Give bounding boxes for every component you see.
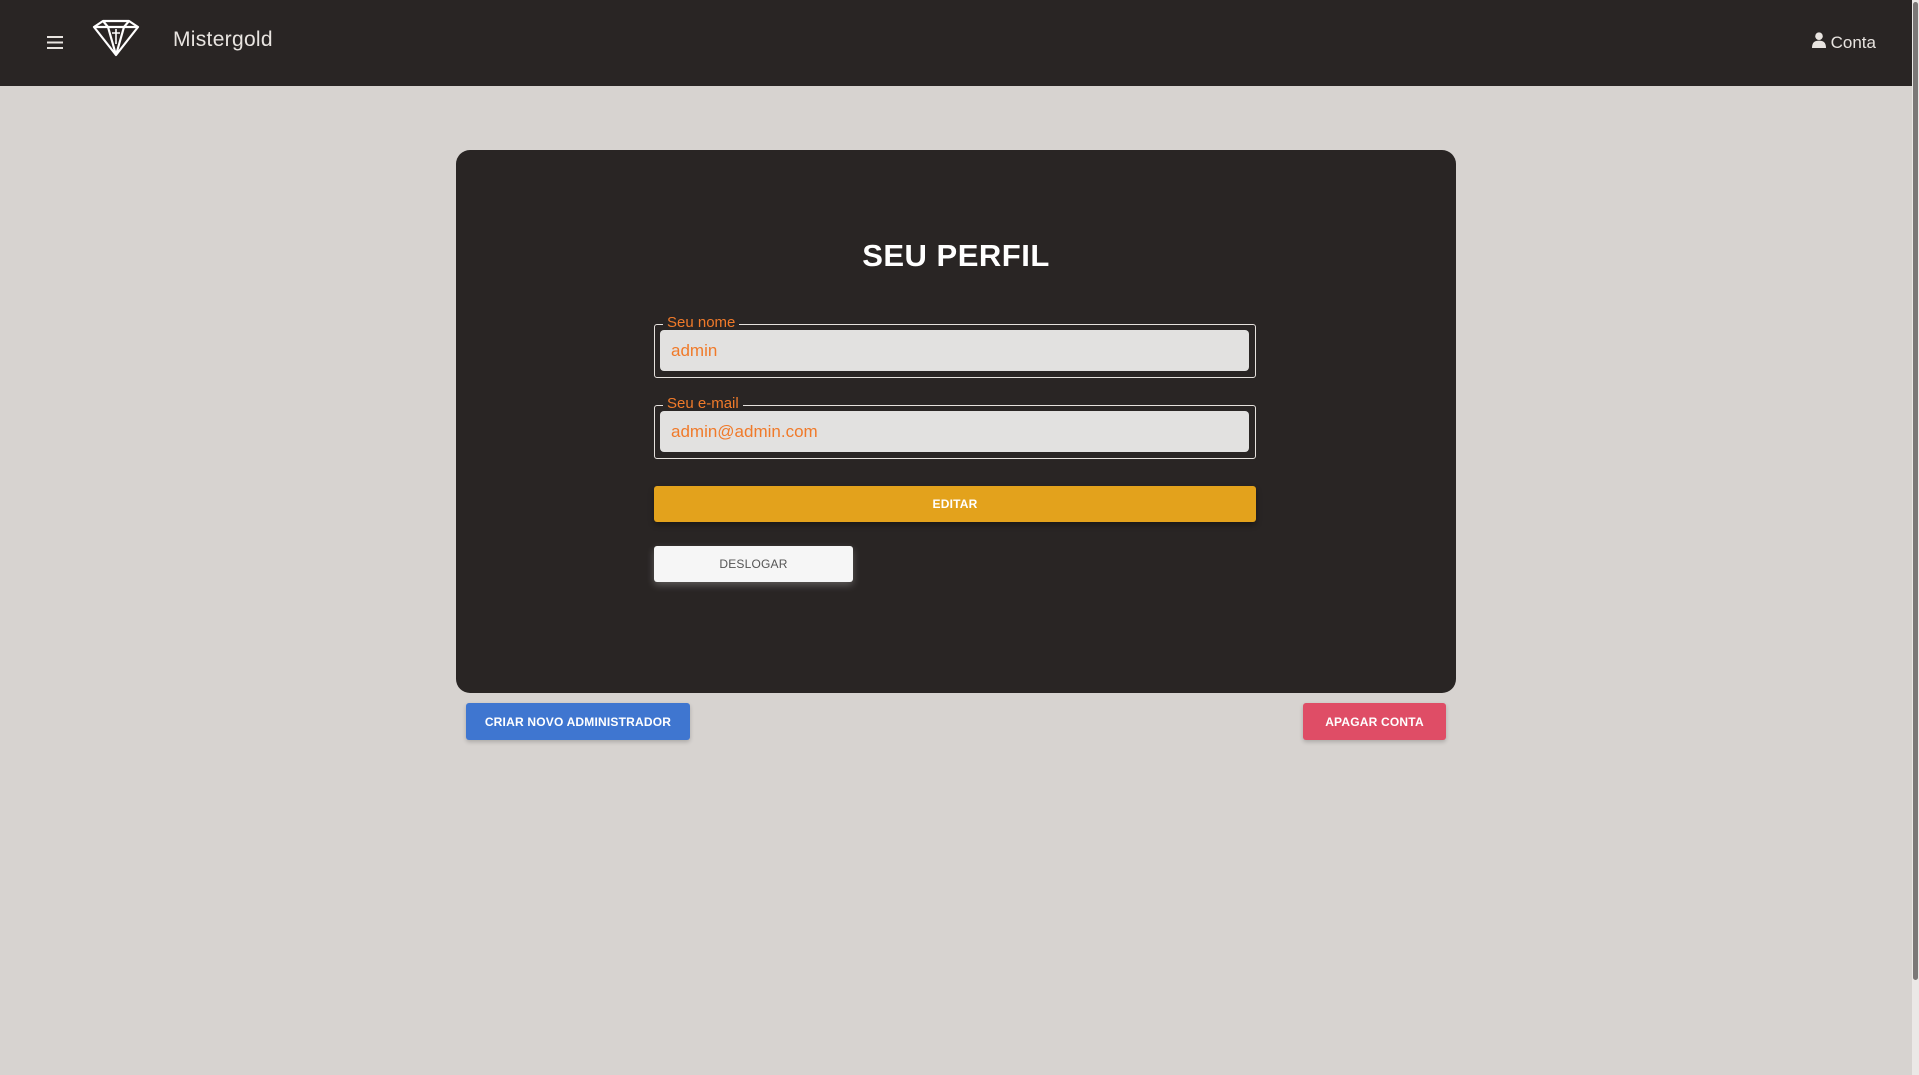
email-field: Seu e-mail [654,395,1256,459]
scrollbar-thumb[interactable] [1913,2,1918,980]
top-navbar: Mistergold Conta [0,0,1912,86]
page-title: SEU PERFIL [862,238,1050,273]
diamond-icon[interactable] [90,18,142,58]
delete-account-button[interactable]: APAGAR CONTA [1303,703,1446,740]
account-label: Conta [1830,32,1876,52]
scrollbar[interactable] [1912,0,1919,1075]
email-input[interactable] [660,411,1249,452]
logout-button[interactable]: DESLOGAR [654,546,853,582]
user-icon [1811,32,1826,53]
hamburger-menu-icon[interactable] [43,30,67,54]
page: Mistergold Conta SEU PERFIL Seu nome Seu… [0,0,1919,1075]
edit-button[interactable]: EDITAR [654,486,1256,522]
name-field: Seu nome [654,314,1256,378]
account-menu[interactable]: Conta [1811,32,1876,53]
profile-card: SEU PERFIL Seu nome Seu e-mail EDITAR DE… [456,150,1456,693]
name-input[interactable] [660,330,1249,371]
create-admin-button[interactable]: CRIAR NOVO ADMINISTRADOR [466,703,690,740]
brand-name[interactable]: Mistergold [173,28,273,52]
